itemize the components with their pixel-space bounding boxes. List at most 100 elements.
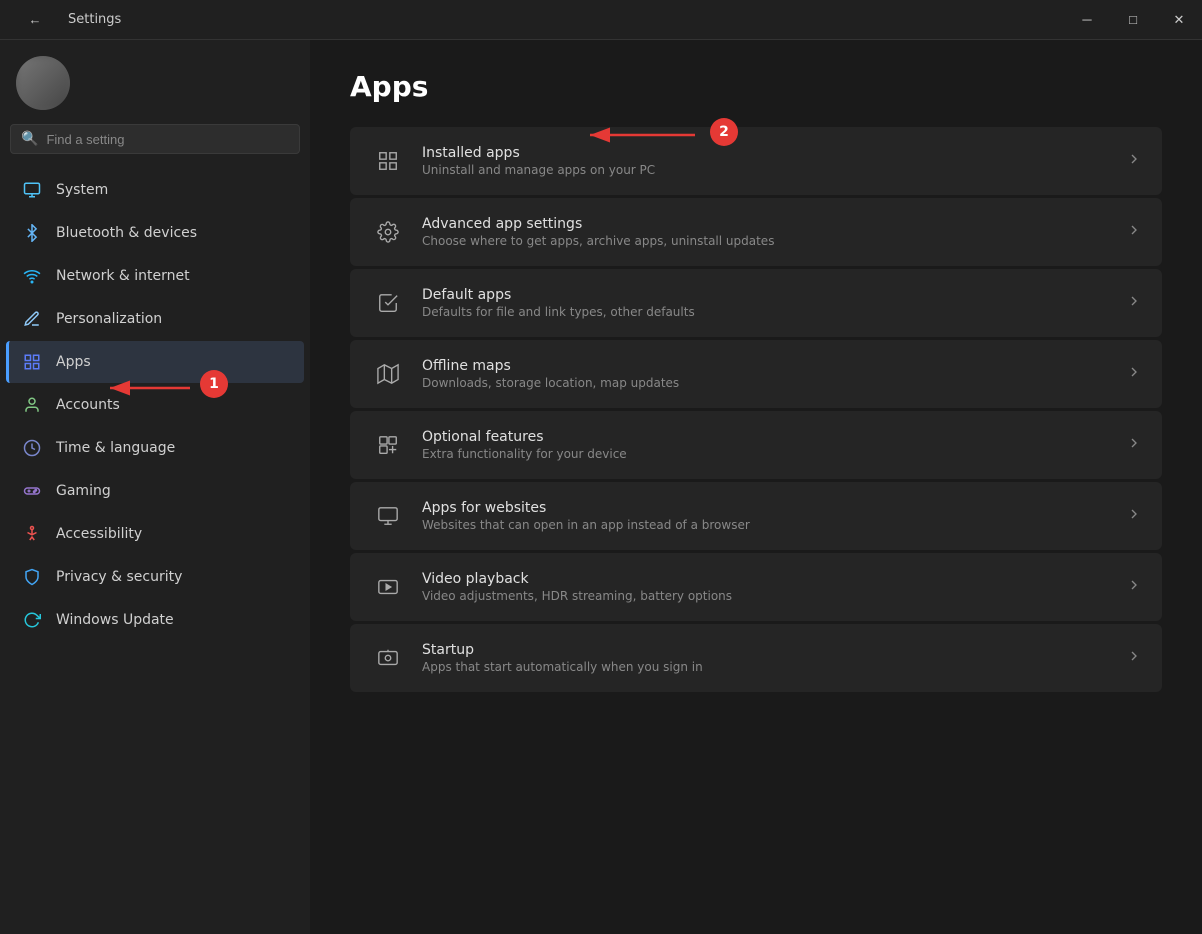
video-playback-title: Video playback: [422, 571, 1110, 587]
search-box[interactable]: 🔍: [10, 124, 300, 154]
video-playback-chevron: [1126, 577, 1142, 597]
startup-icon: [370, 640, 406, 676]
avatar: [16, 56, 70, 110]
optional-features-chevron: [1126, 435, 1142, 455]
startup-desc: Apps that start automatically when you s…: [422, 660, 1110, 674]
sidebar-item-bluetooth[interactable]: Bluetooth & devices: [6, 212, 304, 254]
app-container: 🔍 System Bluetooth & devices Network & int…: [0, 40, 1202, 934]
installed-apps-icon: [370, 143, 406, 179]
settings-item-apps-for-websites[interactable]: Apps for websites Websites that can open …: [350, 482, 1162, 550]
offline-maps-icon: [370, 356, 406, 392]
startup-title: Startup: [422, 642, 1110, 658]
startup-chevron: [1126, 648, 1142, 668]
app-title: Settings: [68, 12, 121, 27]
advanced-app-settings-desc: Choose where to get apps, archive apps, …: [422, 234, 1110, 248]
default-apps-chevron: [1126, 293, 1142, 313]
apps-for-websites-title: Apps for websites: [422, 500, 1110, 516]
sidebar-label-accessibility: Accessibility: [56, 526, 142, 542]
sidebar-label-accounts: Accounts: [56, 397, 120, 413]
default-apps-title: Default apps: [422, 287, 1110, 303]
installed-apps-chevron: [1126, 151, 1142, 171]
sidebar-item-time[interactable]: Time & language: [6, 427, 304, 469]
installed-apps-text: Installed apps Uninstall and manage apps …: [422, 145, 1110, 177]
settings-item-offline-maps[interactable]: Offline maps Downloads, storage location,…: [350, 340, 1162, 408]
default-apps-text: Default apps Defaults for file and link t…: [422, 287, 1110, 319]
accessibility-icon: [22, 524, 42, 544]
sidebar-label-personalization: Personalization: [56, 311, 162, 327]
system-icon: [22, 180, 42, 200]
apps-for-websites-icon: [370, 498, 406, 534]
optional-features-desc: Extra functionality for your device: [422, 447, 1110, 461]
update-icon: [22, 610, 42, 630]
default-apps-desc: Defaults for file and link types, other …: [422, 305, 1110, 319]
offline-maps-chevron: [1126, 364, 1142, 384]
settings-item-video-playback[interactable]: Video playback Video adjustments, HDR str…: [350, 553, 1162, 621]
titlebar: ← Settings ─ □ ✕: [0, 0, 1202, 40]
default-apps-icon: [370, 285, 406, 321]
optional-features-title: Optional features: [422, 429, 1110, 445]
search-input[interactable]: [46, 132, 289, 147]
sidebar-item-apps[interactable]: Apps: [6, 341, 304, 383]
video-playback-desc: Video adjustments, HDR streaming, batter…: [422, 589, 1110, 603]
gaming-icon: [22, 481, 42, 501]
sidebar-label-privacy: Privacy & security: [56, 569, 182, 585]
back-button[interactable]: ←: [12, 0, 58, 40]
search-icon: 🔍: [21, 131, 38, 147]
close-button[interactable]: ✕: [1156, 0, 1202, 40]
video-playback-icon: [370, 569, 406, 605]
sidebar-label-update: Windows Update: [56, 612, 174, 628]
apps-for-websites-desc: Websites that can open in an app instead…: [422, 518, 1110, 532]
settings-item-default-apps[interactable]: Default apps Defaults for file and link t…: [350, 269, 1162, 337]
advanced-app-settings-text: Advanced app settings Choose where to get…: [422, 216, 1110, 248]
apps-icon: [22, 352, 42, 372]
personalization-icon: [22, 309, 42, 329]
sidebar-item-update[interactable]: Windows Update: [6, 599, 304, 641]
advanced-app-settings-title: Advanced app settings: [422, 216, 1110, 232]
sidebar-label-time: Time & language: [56, 440, 175, 456]
profile-area: [0, 40, 310, 120]
maximize-button[interactable]: □: [1110, 0, 1156, 40]
installed-apps-title: Installed apps: [422, 145, 1110, 161]
page-title: Apps: [350, 70, 1162, 103]
sidebar-item-system[interactable]: System: [6, 169, 304, 211]
sidebar-item-accounts[interactable]: Accounts: [6, 384, 304, 426]
sidebar: 🔍 System Bluetooth & devices Network & int…: [0, 40, 310, 934]
privacy-icon: [22, 567, 42, 587]
settings-item-startup[interactable]: Startup Apps that start automatically whe…: [350, 624, 1162, 692]
offline-maps-title: Offline maps: [422, 358, 1110, 374]
sidebar-item-network[interactable]: Network & internet: [6, 255, 304, 297]
network-icon: [22, 266, 42, 286]
startup-text: Startup Apps that start automatically whe…: [422, 642, 1110, 674]
sidebar-item-personalization[interactable]: Personalization: [6, 298, 304, 340]
sidebar-item-privacy[interactable]: Privacy & security: [6, 556, 304, 598]
apps-for-websites-text: Apps for websites Websites that can open …: [422, 500, 1110, 532]
settings-item-optional-features[interactable]: Optional features Extra functionality for…: [350, 411, 1162, 479]
installed-apps-desc: Uninstall and manage apps on your PC: [422, 163, 1110, 177]
settings-list: Installed apps Uninstall and manage apps …: [350, 127, 1162, 692]
window-controls: ─ □ ✕: [1064, 0, 1202, 40]
main-content: Apps Installed apps Uninstall and manage …: [310, 40, 1202, 934]
sidebar-label-apps: Apps: [56, 354, 91, 370]
sidebar-label-gaming: Gaming: [56, 483, 111, 499]
bluetooth-icon: [22, 223, 42, 243]
titlebar-left: ← Settings: [12, 0, 121, 40]
sidebar-label-network: Network & internet: [56, 268, 190, 284]
optional-features-text: Optional features Extra functionality for…: [422, 429, 1110, 461]
advanced-app-settings-chevron: [1126, 222, 1142, 242]
settings-item-advanced-app-settings[interactable]: Advanced app settings Choose where to get…: [350, 198, 1162, 266]
optional-features-icon: [370, 427, 406, 463]
time-icon: [22, 438, 42, 458]
settings-item-installed-apps[interactable]: Installed apps Uninstall and manage apps …: [350, 127, 1162, 195]
apps-for-websites-chevron: [1126, 506, 1142, 526]
sidebar-label-system: System: [56, 182, 108, 198]
sidebar-item-accessibility[interactable]: Accessibility: [6, 513, 304, 555]
minimize-button[interactable]: ─: [1064, 0, 1110, 40]
offline-maps-desc: Downloads, storage location, map updates: [422, 376, 1110, 390]
sidebar-item-gaming[interactable]: Gaming: [6, 470, 304, 512]
offline-maps-text: Offline maps Downloads, storage location,…: [422, 358, 1110, 390]
sidebar-label-bluetooth: Bluetooth & devices: [56, 225, 197, 241]
sidebar-nav: System Bluetooth & devices Network & inter…: [0, 164, 310, 934]
accounts-icon: [22, 395, 42, 415]
advanced-app-settings-icon: [370, 214, 406, 250]
video-playback-text: Video playback Video adjustments, HDR str…: [422, 571, 1110, 603]
